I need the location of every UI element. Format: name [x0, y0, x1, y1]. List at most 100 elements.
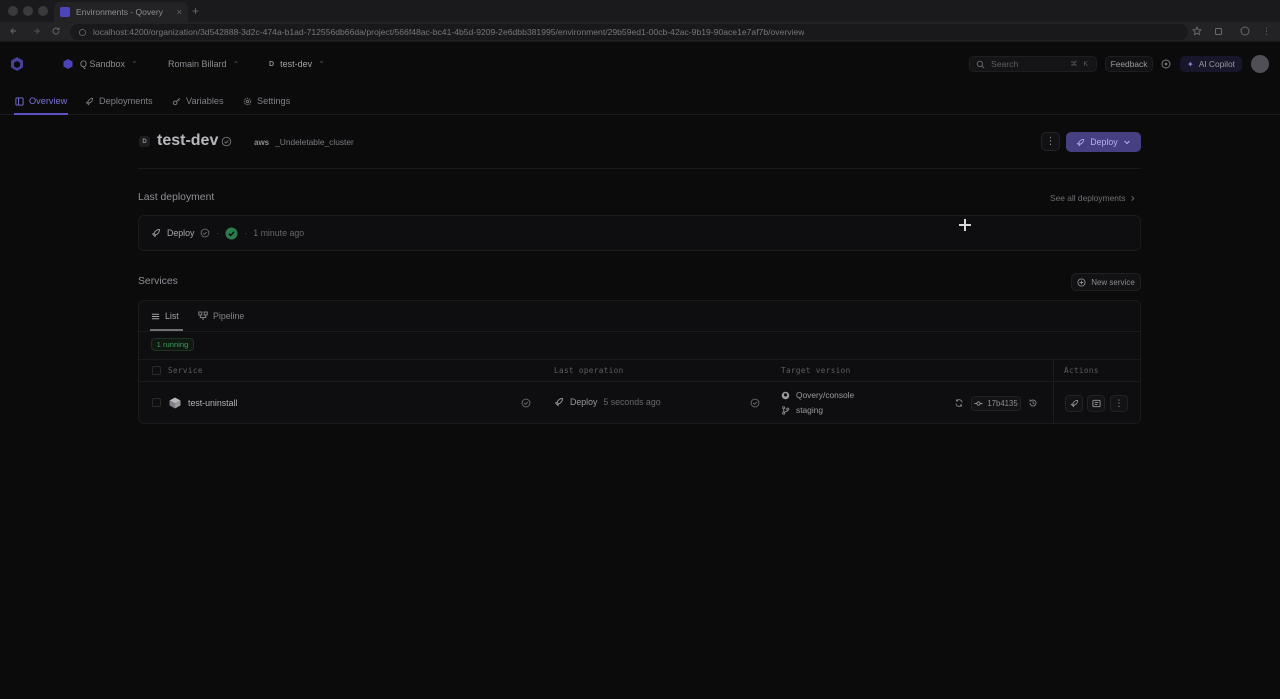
aws-icon: aws: [254, 137, 270, 147]
operation-name: Deploy: [570, 397, 598, 407]
column-header-last-operation[interactable]: Last operation: [554, 366, 624, 375]
tab-settings[interactable]: Settings: [243, 94, 290, 108]
tab-overview-label: Overview: [29, 96, 68, 106]
column-header-service[interactable]: Service: [168, 366, 203, 375]
address-bar[interactable]: localhost:4200/organization/3d542888-3d2…: [70, 24, 1188, 40]
tab-variables-label: Variables: [186, 96, 224, 106]
column-header-target-version[interactable]: Target version: [781, 366, 851, 375]
organization-logo-icon: [62, 58, 74, 70]
new-service-button[interactable]: New service: [1071, 273, 1141, 291]
separator: ·: [244, 228, 248, 238]
divider: [138, 168, 1141, 169]
forward-icon[interactable]: [31, 26, 41, 36]
window-minimize-button[interactable]: [23, 6, 33, 16]
help-icon: [1161, 59, 1171, 69]
bookmark-star-icon[interactable]: [1192, 26, 1202, 36]
commit-hash: 17b4135: [987, 399, 1018, 408]
environment-name: test-dev: [280, 59, 313, 69]
more-vertical-icon: ⋮: [1045, 136, 1056, 147]
project-name: Romain Billard: [168, 59, 227, 69]
window-maximize-button[interactable]: [38, 6, 48, 16]
search-icon: [976, 60, 985, 69]
see-all-deployments-link[interactable]: See all deployments: [1050, 193, 1136, 203]
search-shortcut: ⌘ K: [1070, 61, 1090, 68]
rocket-icon: [1076, 138, 1085, 147]
qovery-logo-icon[interactable]: [9, 56, 25, 72]
auto-deploy-icon[interactable]: [954, 398, 964, 408]
tab-settings-label: Settings: [257, 96, 291, 106]
status-badge[interactable]: 1 running: [151, 338, 194, 351]
tab-pipeline-label: Pipeline: [213, 311, 245, 321]
avatar[interactable]: [1251, 55, 1269, 73]
back-icon[interactable]: [9, 26, 19, 36]
tab-variables[interactable]: Variables: [172, 94, 224, 108]
rocket-icon: [151, 228, 161, 238]
tab-overview[interactable]: Overview: [15, 94, 67, 108]
last-deployment-title: Last deployment: [138, 192, 215, 203]
history-icon[interactable]: [1028, 398, 1038, 408]
branch-info: staging: [781, 405, 823, 415]
row-checkbox[interactable]: [152, 398, 161, 407]
breadcrumb-environment[interactable]: D test-dev ⌃: [269, 56, 325, 72]
search-input[interactable]: Search ⌘ K: [969, 56, 1097, 72]
browser-tab[interactable]: Environments - Qovery ×: [54, 2, 188, 22]
logs-icon: [1091, 399, 1101, 408]
ai-copilot-label: AI Copilot: [1198, 59, 1235, 69]
window-close-button[interactable]: [8, 6, 18, 16]
git-commit-icon: [974, 399, 983, 408]
git-branch-icon: [781, 405, 790, 415]
operation-status-icon: [750, 398, 760, 408]
github-icon: [781, 391, 790, 400]
browser-tab-title: Environments - Qovery: [76, 7, 163, 17]
see-all-deployments-label: See all deployments: [1050, 193, 1126, 203]
select-all-checkbox[interactable]: [152, 366, 161, 375]
plus-circle-icon: [1077, 277, 1086, 287]
deploy-service-button[interactable]: [1065, 395, 1083, 412]
cluster-name: _Undeletable_cluster: [275, 137, 354, 147]
cluster-info[interactable]: aws _Undeletable_cluster: [254, 136, 354, 148]
feedback-button[interactable]: Feedback: [1105, 56, 1153, 72]
commit-version-chip[interactable]: 17b4135: [971, 396, 1021, 411]
last-deployment-action: Deploy: [167, 228, 195, 238]
table-row-service[interactable]: test-uninstall: [168, 396, 237, 410]
variables-icon: [172, 97, 181, 106]
overview-icon: [15, 96, 24, 106]
status-check-icon: [200, 228, 210, 238]
tab-deployments[interactable]: Deployments: [85, 94, 153, 108]
deploy-button[interactable]: Deploy: [1066, 132, 1141, 152]
site-info-icon[interactable]: [78, 28, 87, 37]
last-operation-cell[interactable]: Deploy 5 seconds ago: [554, 397, 661, 407]
help-button[interactable]: [1157, 56, 1175, 72]
profile-icon[interactable]: [1240, 26, 1250, 36]
success-check-icon: [225, 227, 238, 240]
service-status-icon: [521, 398, 531, 408]
url-text: localhost:4200/organization/3d542888-3d2…: [93, 27, 805, 37]
table-header: [139, 359, 1140, 382]
application-icon: [168, 396, 182, 410]
ai-copilot-button[interactable]: ✦ AI Copilot: [1180, 56, 1242, 72]
breadcrumb-organization[interactable]: Q Sandbox ⌃: [62, 56, 138, 72]
extensions-icon[interactable]: [1214, 26, 1224, 36]
deploy-button-label: Deploy: [1090, 137, 1118, 147]
new-tab-button[interactable]: +: [192, 4, 199, 18]
browser-menu-icon[interactable]: ⋮: [1262, 26, 1271, 37]
repository-link[interactable]: Qovery/console: [781, 390, 854, 400]
service-more-button[interactable]: ⋮: [1110, 395, 1128, 412]
chevron-right-icon: [1129, 195, 1136, 202]
logs-button[interactable]: [1087, 395, 1105, 412]
tab-pipeline[interactable]: Pipeline: [198, 310, 244, 322]
column-header-actions: Actions: [1064, 366, 1099, 375]
breadcrumb-project[interactable]: Romain Billard ⌃: [168, 56, 239, 72]
close-tab-icon[interactable]: ×: [177, 7, 182, 17]
tab-list-label: List: [165, 311, 179, 321]
more-vertical-icon: ⋮: [1114, 398, 1124, 408]
tab-list[interactable]: List: [151, 310, 179, 322]
rocket-icon: [85, 97, 94, 106]
reload-icon[interactable]: [51, 26, 61, 36]
last-deployment-row: Deploy · · 1 minute ago: [151, 227, 304, 239]
separator: ·: [216, 228, 220, 238]
more-actions-button[interactable]: ⋮: [1041, 132, 1060, 151]
chevron-updown-icon: ⌃: [232, 59, 240, 69]
chevron-down-icon: [1123, 138, 1131, 146]
chevron-updown-icon: ⌃: [131, 59, 138, 69]
